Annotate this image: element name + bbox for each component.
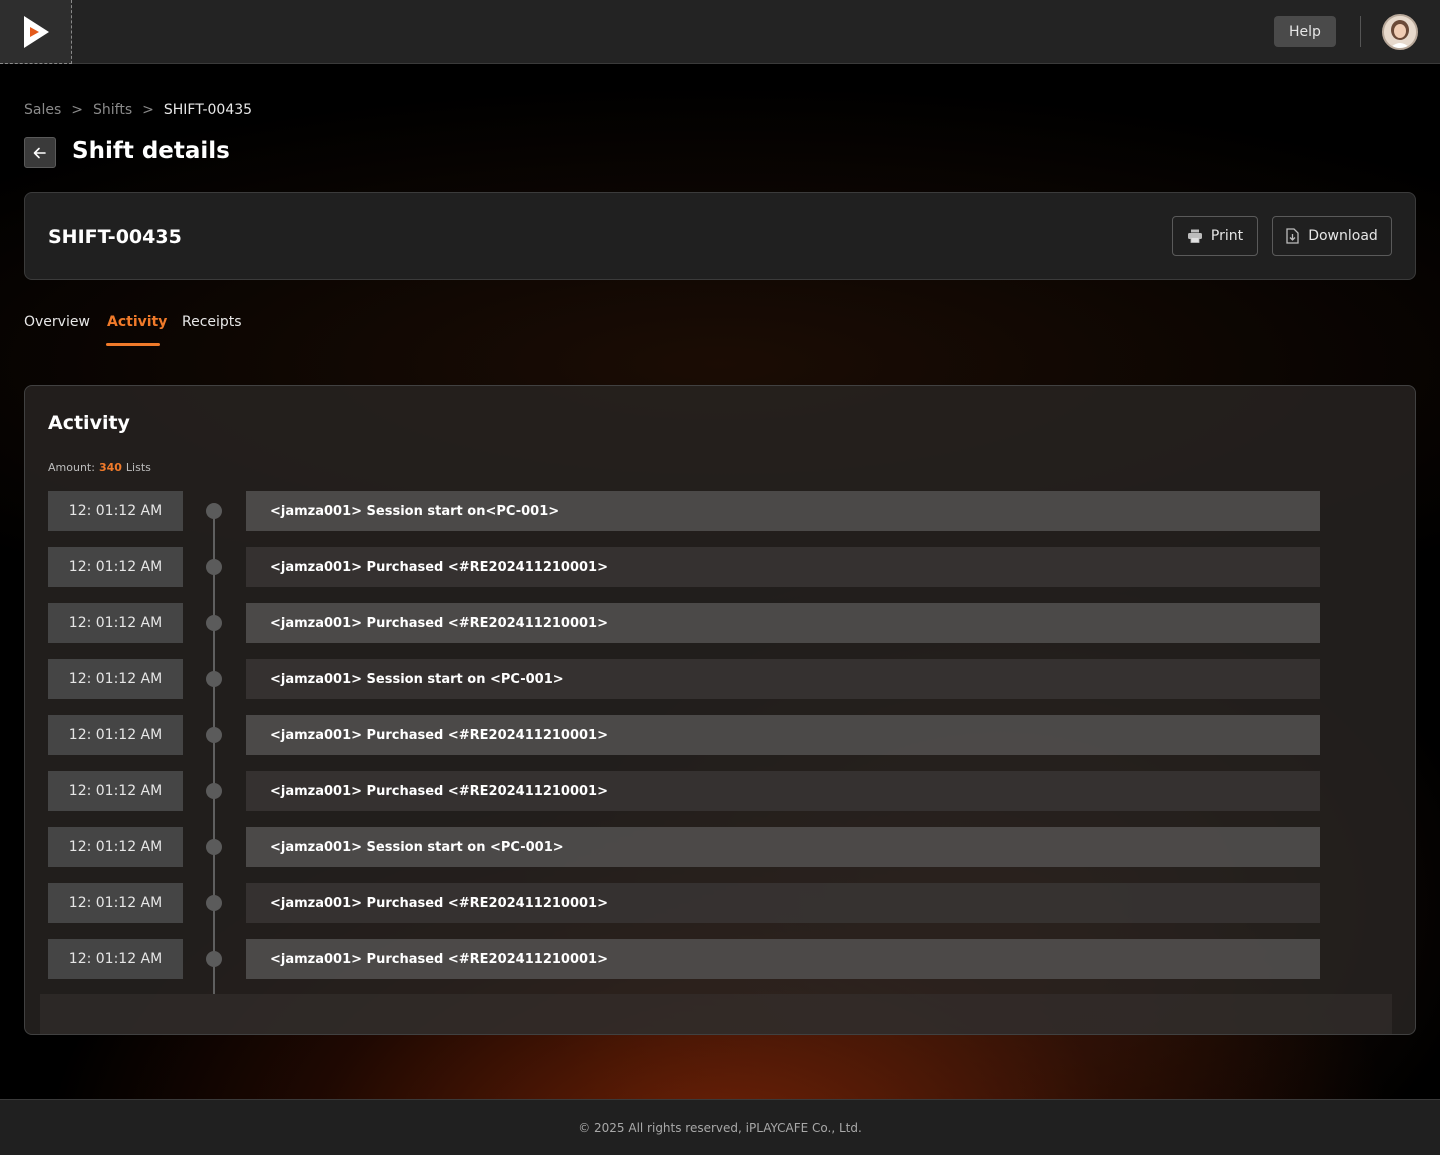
activity-row: 12: 01:12 AM <jamza001> Purchased <#RE20… xyxy=(48,939,1320,979)
activity-amount: Amount: 340 Lists xyxy=(48,461,151,474)
activity-row: 12: 01:12 AM <jamza001> Session start on… xyxy=(48,659,1320,699)
timeline-dot xyxy=(206,895,222,911)
activity-time: 12: 01:12 AM xyxy=(48,547,183,587)
activity-time: 12: 01:12 AM xyxy=(48,603,183,643)
activity-event[interactable]: <jamza001> Purchased <#RE202411210001> xyxy=(246,603,1320,643)
activity-event[interactable]: <jamza001> Purchased <#RE202411210001> xyxy=(246,883,1320,923)
activity-event[interactable]: <jamza001> Purchased <#RE202411210001> xyxy=(246,547,1320,587)
activity-row: 12: 01:12 AM <jamza001> Purchased <#RE20… xyxy=(48,603,1320,643)
footer: © 2025 All rights reserved, iPLAYCAFE Co… xyxy=(0,1099,1440,1155)
breadcrumb-sales[interactable]: Sales xyxy=(24,102,61,118)
activity-time: 12: 01:12 AM xyxy=(48,771,183,811)
timeline-dot xyxy=(206,783,222,799)
amount-unit: Lists xyxy=(125,461,151,474)
back-button[interactable] xyxy=(24,137,56,168)
activity-row: 12: 01:12 AM <jamza001> Purchased <#RE20… xyxy=(48,883,1320,923)
activity-row: 12: 01:12 AM <jamza001> Purchased <#RE20… xyxy=(48,547,1320,587)
activity-time: 12: 01:12 AM xyxy=(48,827,183,867)
shift-summary-card: SHIFT-00435 Print Download xyxy=(24,192,1416,280)
arrow-left-icon xyxy=(33,147,46,158)
user-avatar[interactable] xyxy=(1382,14,1418,50)
download-label: Download xyxy=(1308,228,1378,244)
timeline-dot xyxy=(206,839,222,855)
timeline-dot xyxy=(206,951,222,967)
printer-icon xyxy=(1187,229,1202,243)
timeline-dot xyxy=(206,615,222,631)
amount-value: 340 xyxy=(98,461,122,474)
activity-event[interactable]: <jamza001> Purchased <#RE202411210001> xyxy=(246,939,1320,979)
activity-row: 12: 01:12 AM <jamza001> Purchased <#RE20… xyxy=(48,715,1320,755)
help-button[interactable]: Help xyxy=(1274,16,1336,47)
tab-overview[interactable]: Overview xyxy=(24,314,90,330)
activity-time: 12: 01:12 AM xyxy=(48,883,183,923)
tab-receipts[interactable]: Receipts xyxy=(182,314,242,330)
activity-row: 12: 01:12 AM <jamza001> Session start on… xyxy=(48,827,1320,867)
top-bar: Help xyxy=(0,0,1440,64)
activity-event[interactable]: <jamza001> Session start on <PC-001> xyxy=(246,827,1320,867)
app-logo[interactable] xyxy=(0,0,72,64)
timeline-dot xyxy=(206,727,222,743)
amount-label: Amount: xyxy=(48,461,95,474)
timeline-dot xyxy=(206,559,222,575)
breadcrumb-separator: > xyxy=(142,102,154,118)
activity-title: Activity xyxy=(48,412,130,434)
breadcrumb-separator: > xyxy=(71,102,83,118)
timeline-dot xyxy=(206,671,222,687)
topbar-divider xyxy=(1360,16,1361,47)
activity-row: 12: 01:12 AM <jamza001> Purchased <#RE20… xyxy=(48,771,1320,811)
activity-event[interactable]: <jamza001> Session start on <PC-001> xyxy=(246,659,1320,699)
list-scroll-area-bottom xyxy=(40,994,1392,1034)
page-title: Shift details xyxy=(72,138,230,164)
footer-copyright: © 2025 All rights reserved, iPLAYCAFE Co… xyxy=(578,1120,862,1135)
breadcrumb-current: SHIFT-00435 xyxy=(163,102,253,118)
avatar-image xyxy=(1384,16,1416,48)
active-tab-indicator xyxy=(106,343,160,346)
download-button[interactable]: Download xyxy=(1272,216,1392,256)
shift-id: SHIFT-00435 xyxy=(48,226,182,248)
main-content: Sales > Shifts > SHIFT-00435 Shift detai… xyxy=(0,64,1440,1099)
activity-panel: Activity Amount: 340 Lists 12: 01:12 AM … xyxy=(24,385,1416,1035)
breadcrumb: Sales > Shifts > SHIFT-00435 xyxy=(24,102,252,118)
activity-time: 12: 01:12 AM xyxy=(48,715,183,755)
activity-time: 12: 01:12 AM xyxy=(48,659,183,699)
print-label: Print xyxy=(1210,228,1244,244)
activity-event[interactable]: <jamza001> Purchased <#RE202411210001> xyxy=(246,771,1320,811)
activity-time: 12: 01:12 AM xyxy=(48,939,183,979)
timeline-dot xyxy=(206,503,222,519)
activity-time: 12: 01:12 AM xyxy=(48,491,183,531)
activity-row: 12: 01:12 AM <jamza001> Session start on… xyxy=(48,491,1320,531)
print-button[interactable]: Print xyxy=(1172,216,1258,256)
play-logo-icon xyxy=(23,15,49,48)
breadcrumb-shifts[interactable]: Shifts xyxy=(93,102,132,118)
tab-activity[interactable]: Activity xyxy=(107,314,167,330)
download-file-icon xyxy=(1286,228,1299,244)
activity-event[interactable]: <jamza001> Purchased <#RE202411210001> xyxy=(246,715,1320,755)
activity-event[interactable]: <jamza001> Session start on<PC-001> xyxy=(246,491,1320,531)
